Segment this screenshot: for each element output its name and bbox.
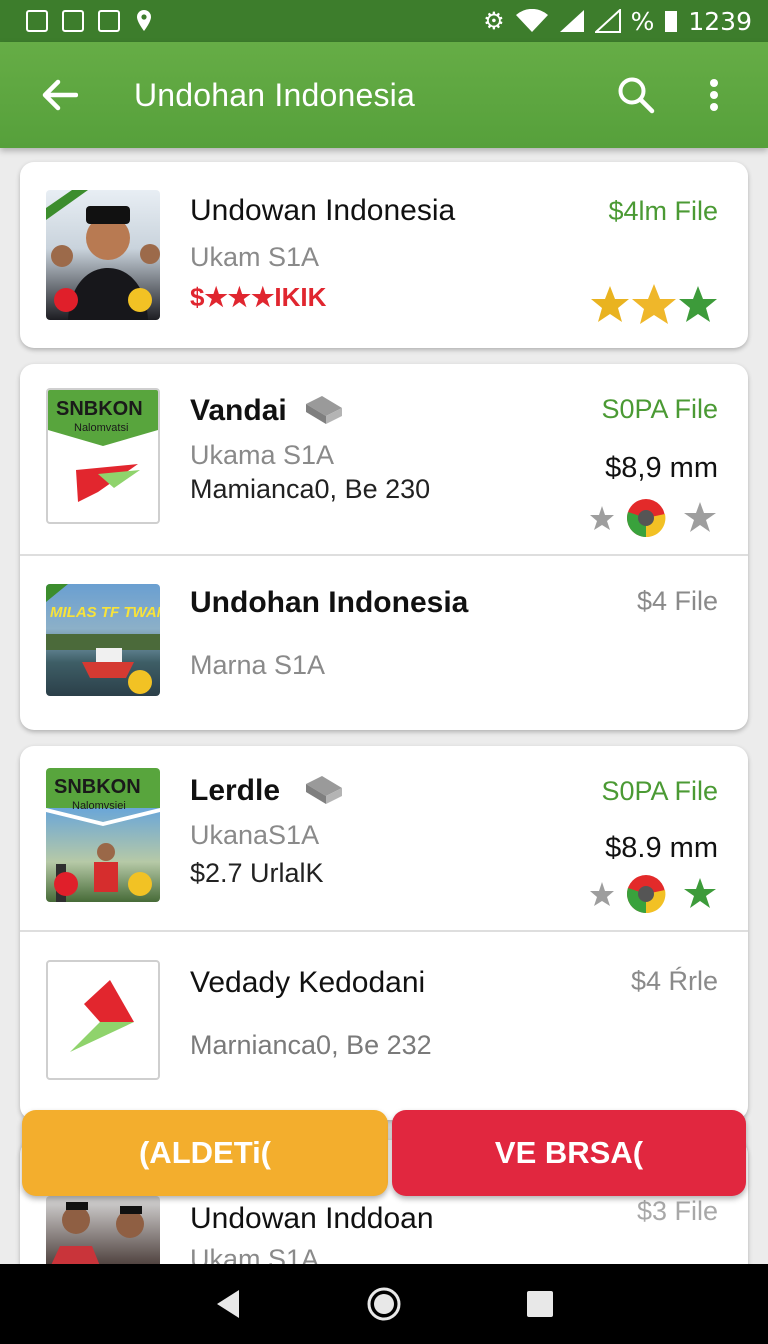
overflow-menu-button[interactable] <box>694 67 734 123</box>
star-icon <box>684 502 716 532</box>
person-photo-image <box>46 190 160 320</box>
list-item[interactable]: Vedady Kedodani Marnianca0, Be 232 $4 Ŕr… <box>20 932 748 1120</box>
notification-icons <box>26 9 154 33</box>
file-label: $4 File <box>636 586 718 616</box>
nav-recents-button[interactable] <box>510 1274 570 1334</box>
signal-weak-icon <box>594 9 621 33</box>
settings-status-icon: ⚙ <box>483 7 505 35</box>
wifi-icon <box>515 9 548 32</box>
file-label: $3 File <box>636 1196 718 1226</box>
item-thumbnail: SNBKON Nalomvatsi <box>46 388 160 524</box>
item-thumbnail <box>46 190 160 320</box>
list-item[interactable]: SNBKON Nalomvsiei Lerdle UkanaS1A $2.7 U… <box>20 746 748 930</box>
signal-icon <box>559 10 584 32</box>
thumb-title: MILAS TF TWAN <box>50 604 160 621</box>
item-thumbnail: SNBKON Nalomvsiei <box>46 768 160 902</box>
star-icon <box>591 286 629 322</box>
list-card[interactable]: Undowan Indonesia Ukam S1A $★★★IKIK $4lm… <box>20 162 748 348</box>
status-bar: ⚙ % 1239 <box>0 0 768 42</box>
item-detail: $2.7 UrlalK <box>190 858 324 888</box>
battery-percent: % <box>630 6 655 36</box>
back-button[interactable] <box>30 65 90 125</box>
list-item[interactable]: SNBKON Nalomvatsi Vandai Ukama S1A Mamia… <box>20 364 748 554</box>
star-icon <box>632 284 676 324</box>
battery-icon <box>665 11 678 32</box>
item-subtitle: Marna S1A <box>190 650 326 680</box>
item-title: Undowan Inddoan <box>190 1202 434 1235</box>
item-title: Undohan Indonesia <box>190 586 469 619</box>
thumb-subtitle: Nalomvatsi <box>74 422 129 434</box>
arrow-left-icon <box>42 79 78 111</box>
thumb-title: SNBKON <box>54 776 141 798</box>
item-subtitle: Ukam S1A <box>190 242 320 272</box>
box-icon <box>306 396 342 424</box>
photo-notification-icon <box>98 10 120 32</box>
item-detail: Marnianca0, Be 232 <box>190 1030 432 1060</box>
search-button[interactable] <box>608 67 664 123</box>
thumb-title: SNBKON <box>56 398 143 420</box>
item-title: Undowan Indonesia <box>190 194 456 227</box>
app-bar: Undohan Indonesia <box>0 42 768 148</box>
clock: 1239 <box>688 6 752 36</box>
item-subtitle: UkanaS1A <box>190 820 320 850</box>
rating-stars <box>588 282 720 331</box>
file-label: $4lm File <box>608 196 718 226</box>
nav-home-button[interactable] <box>354 1274 414 1334</box>
item-title: Lerdle <box>190 774 281 807</box>
star-icon <box>679 286 717 322</box>
thumb-subtitle: Nalomvsiei <box>72 800 126 812</box>
more-vert-icon <box>710 79 718 111</box>
list-item[interactable]: MILAS TF TWAN Undohan Indonesia Marna S1… <box>20 556 748 730</box>
item-price: $8.9 mm <box>605 832 718 864</box>
logo-mark-image <box>70 980 134 1052</box>
chrome-icon <box>627 499 666 538</box>
box-icon <box>306 776 342 804</box>
nav-back-button[interactable] <box>198 1274 258 1334</box>
item-title: Vedady Kedodani <box>190 966 426 999</box>
page-title: Undohan Indonesia <box>134 76 415 113</box>
primary-action-button[interactable]: (ALDETi( <box>22 1110 388 1196</box>
chrome-icon <box>627 875 666 914</box>
system-nav-bar <box>0 1264 768 1344</box>
item-detail: Mamianca0, Be 230 <box>190 474 431 504</box>
search-icon <box>618 77 655 114</box>
file-label: S0PA File <box>601 776 718 806</box>
image-notification-icon <box>26 10 48 32</box>
square-recents-icon <box>527 1291 553 1317</box>
rating-icons <box>588 874 718 921</box>
item-price: $8,9 mm <box>605 452 718 484</box>
location-notification-icon <box>137 10 151 31</box>
item-thumbnail <box>46 960 160 1080</box>
star-icon <box>590 882 614 906</box>
rating-icons <box>588 498 718 545</box>
file-label: $4 Ŕrle <box>630 966 718 996</box>
secondary-action-button[interactable]: VE BRSA( <box>392 1110 746 1196</box>
star-icon <box>684 878 716 908</box>
boat-photo-image <box>46 584 160 694</box>
item-rating-text: $★★★IKIK <box>190 282 327 312</box>
item-thumbnail: MILAS TF TWAN <box>46 584 160 696</box>
circle-home-icon <box>367 1287 401 1321</box>
card-notification-icon <box>62 10 84 32</box>
item-title: Vandai <box>190 394 287 427</box>
file-label: S0PA File <box>601 394 718 424</box>
list-card: SNBKON Nalomvsiei Lerdle UkanaS1A $2.7 U… <box>20 746 748 1120</box>
item-subtitle: Ukama S1A <box>190 440 335 470</box>
system-status: ⚙ % 1239 <box>483 7 752 36</box>
list-card: SNBKON Nalomvatsi Vandai Ukama S1A Mamia… <box>20 364 748 730</box>
star-icon <box>590 506 614 530</box>
triangle-back-icon <box>217 1290 239 1318</box>
